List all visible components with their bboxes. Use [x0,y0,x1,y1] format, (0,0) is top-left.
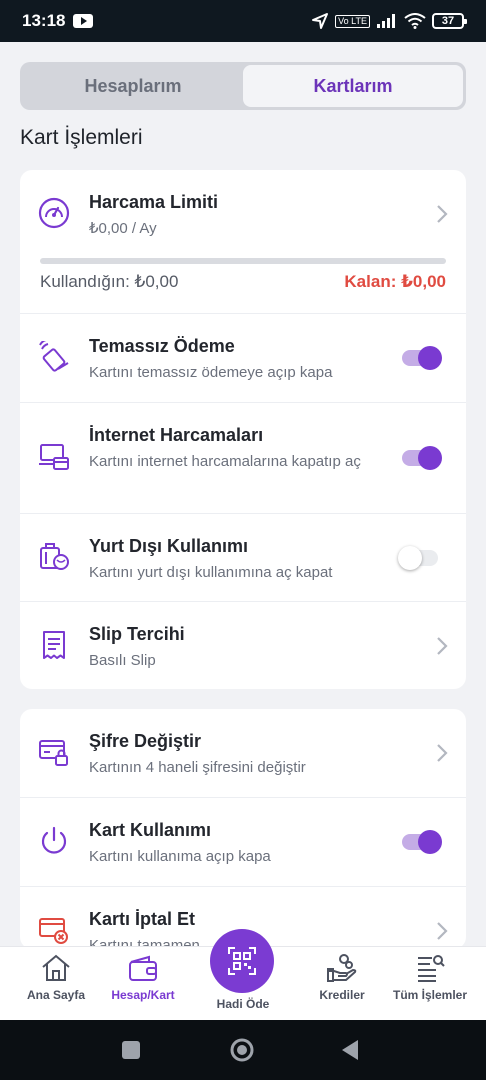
power-icon [41,826,67,854]
card-lock-icon [39,740,68,766]
section-title: Kart İşlemleri [20,126,143,149]
travel-icon [40,543,69,570]
tab-hesaplarim[interactable]: Hesaplarım [23,65,243,107]
change-pin-row[interactable]: Şifre Değiştir Kartının 4 haneli şifresi… [20,709,466,798]
card-usage-toggle[interactable] [402,830,442,854]
account-card-tabs: Hesaplarım Kartlarım [20,62,466,110]
online-shopping-icon [39,444,69,470]
status-bar: 13:18 Vo LTE 37 [0,0,486,42]
system-navigation-bar [0,1020,486,1080]
slip-preference-subtitle: Basılı Slip [89,652,156,669]
abroad-usage-toggle[interactable] [398,546,442,570]
chevron-right-icon [437,205,448,223]
nav-home[interactable]: Ana Sayfa [20,947,92,1021]
internet-purchases-row: İnternet Harcamaları Kartını internet ha… [20,403,466,514]
qr-code-icon [228,947,256,975]
home-icon [42,954,70,981]
card-settings-panel: Harcama Limiti ₺0,00 / Ay Kullandığın: ₺… [20,170,466,689]
change-pin-subtitle: Kartının 4 haneli şifresini değiştir [89,759,306,776]
bottom-navigation: Ana Sayfa Hesap/Kart Hadi Öde Krediler T… [0,929,486,1021]
spending-limit-value: ₺0,00 / Ay [89,220,157,237]
remaining-amount: Kalan: ₺0,00 [344,272,446,291]
qr-pay-button[interactable] [210,929,274,993]
card-usage-row: Kart Kullanımı Kartını kullanıma açıp ka… [20,798,466,887]
home-button[interactable] [229,1037,255,1063]
change-pin-title: Şifre Değiştir [89,731,202,751]
nav-account-card[interactable]: Hesap/Kart [104,947,182,1021]
card-usage-subtitle: Kartını kullanıma açıp kapa [89,848,271,865]
chevron-right-icon [437,922,448,940]
wallet-icon [129,955,157,981]
loan-icon [327,954,357,982]
internet-purchases-toggle[interactable] [402,446,442,470]
chevron-right-icon [437,637,448,655]
slip-preference-title: Slip Tercihi [89,624,185,644]
wifi-icon [404,13,426,29]
nav-all-transactions-label: Tüm İşlemler [392,988,468,1002]
contactless-toggle[interactable] [402,346,442,370]
location-icon [312,13,329,29]
nav-home-label: Ana Sayfa [26,988,86,1002]
tab-kartlarim[interactable]: Kartlarım [243,65,463,107]
spending-progress-bar [40,258,446,264]
abroad-usage-title: Yurt Dışı Kullanımı [89,536,249,556]
all-transactions-icon [418,955,445,982]
slip-preference-row[interactable]: Slip Tercihi Basılı Slip [20,602,466,689]
chevron-right-icon [437,744,448,762]
nav-loans[interactable]: Krediler [306,947,378,1021]
recent-apps-button[interactable] [121,1040,141,1060]
youtube-notification-icon [73,14,94,28]
cancel-card-title: Kartı İptal Et [89,909,196,929]
abroad-usage-subtitle: Kartını yurt dışı kullanımına aç kapat [89,564,333,581]
spending-limit-title: Harcama Limiti [89,192,219,212]
nav-account-card-label: Hesap/Kart [111,988,175,1002]
internet-purchases-title: İnternet Harcamaları [89,425,264,445]
card-usage-title: Kart Kullanımı [89,820,212,840]
battery-level: 37 [441,15,455,27]
nav-all-transactions[interactable]: Tüm İşlemler [390,947,470,1021]
contactless-icon [39,341,69,372]
status-time: 13:18 [22,11,66,30]
qr-pay-label: Hadi Öde [216,997,270,1011]
signal-icon [377,14,395,28]
nav-loans-label: Krediler [319,988,365,1002]
contactless-subtitle: Kartını temassız ödemeye açıp kapa [89,364,333,381]
abroad-usage-row: Yurt Dışı Kullanımı Kartını yurt dışı ku… [20,514,466,602]
volte-icon: Vo LTE [335,14,370,28]
internet-purchases-subtitle: Kartını internet harcamalarına kapatıp a… [89,453,361,470]
back-button[interactable] [340,1038,360,1062]
card-security-panel: Şifre Değiştir Kartının 4 haneli şifresi… [20,709,466,949]
contactless-row: Temassız Ödeme Kartını temassız ödemeye … [20,314,466,403]
contactless-title: Temassız Ödeme [89,336,235,356]
spending-limit-row[interactable]: Harcama Limiti ₺0,00 / Ay Kullandığın: ₺… [20,170,466,314]
card-cancel-icon [39,918,68,944]
speedometer-icon [38,197,70,229]
receipt-icon [43,631,65,659]
battery-icon: 37 [432,13,467,29]
used-amount: Kullandığın: ₺0,00 [40,272,179,291]
